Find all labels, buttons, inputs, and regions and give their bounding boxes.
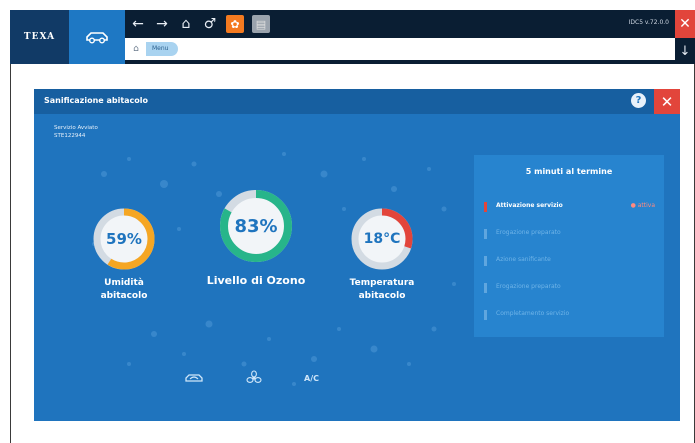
breadcrumb-home-icon[interactable]: ⌂ xyxy=(131,44,141,54)
temperature-label: Temperatura abitacolo xyxy=(334,277,430,303)
humidity-label: Umidità abitacolo xyxy=(84,277,164,303)
step-item: Attivazione servizio ● attiva xyxy=(484,201,659,213)
progress-steps-panel: 5 minuti al termine Attivazione servizio… xyxy=(474,155,664,337)
texa-logo: TEXA xyxy=(10,10,69,64)
car-recirculation-icon xyxy=(185,374,203,382)
help-icon[interactable]: ? xyxy=(631,93,646,108)
step-indicator xyxy=(484,202,487,212)
humidity-label-line2: abitacolo xyxy=(100,291,148,301)
document-icon[interactable]: ▤ xyxy=(252,15,270,33)
step-indicator xyxy=(484,310,487,320)
dialog-title-bar: Sanificazione abitacolo ? ✕ xyxy=(34,89,680,114)
breadcrumb-menu[interactable]: Menu xyxy=(146,42,179,56)
temperature-label-line2: abitacolo xyxy=(358,291,406,301)
step-indicator xyxy=(484,229,487,239)
humidity-gauge: 59% xyxy=(92,207,156,271)
down-arrow-icon[interactable]: ↓ xyxy=(675,38,695,64)
close-icon: ✕ xyxy=(679,16,691,32)
address-bar: ⌂ Menu xyxy=(125,38,675,60)
step-item: Azione sanificante xyxy=(484,255,659,267)
top-bar: TEXA ← → ⌂ ♂ ✿ ▤ IDC5 v.72.0.0 ✕ ⌂ Menu … xyxy=(10,10,695,64)
recirculation-car-button[interactable] xyxy=(184,372,204,386)
step-indicator xyxy=(484,256,487,266)
vehicle-tab[interactable] xyxy=(69,10,125,64)
dialog-title: Sanificazione abitacolo xyxy=(44,96,149,105)
app-close-button[interactable]: ✕ xyxy=(675,10,695,38)
step-item: Completamento servizio xyxy=(484,309,659,321)
temperature-gauge: 18°C xyxy=(350,207,414,271)
version-text: IDC5 v.72.0.0 xyxy=(628,19,669,26)
fan-button[interactable] xyxy=(246,370,262,388)
step-state: ● attiva xyxy=(630,202,655,209)
sanitization-dialog: Sanificazione abitacolo ? ✕ Servizio Avv… xyxy=(34,89,680,421)
step-label: Completamento servizio xyxy=(496,310,570,317)
forward-arrow-icon[interactable]: → xyxy=(154,16,170,32)
settings-icon[interactable]: ✿ xyxy=(226,15,244,33)
ac-button[interactable]: A/C xyxy=(304,374,319,383)
dialog-close-button[interactable]: ✕ xyxy=(654,89,680,114)
temperature-value: 18°C xyxy=(363,231,401,247)
fan-icon xyxy=(246,370,262,383)
step-item: Erogazione preparato xyxy=(484,228,659,240)
back-arrow-icon[interactable]: ← xyxy=(130,16,146,32)
ozone-label: Livello di Ozono xyxy=(206,274,306,287)
step-item: Erogazione preparato xyxy=(484,282,659,294)
step-label: Azione sanificante xyxy=(496,256,551,263)
version-label: IDC5 v.72.0.0 xyxy=(629,19,669,26)
home-icon[interactable]: ⌂ xyxy=(178,16,194,32)
ozone-value: 83% xyxy=(234,215,278,237)
humidity-value: 59% xyxy=(106,230,142,248)
link-icon[interactable]: ♂ xyxy=(202,16,218,32)
time-remaining: 5 minuti al termine xyxy=(525,167,613,176)
step-label: Erogazione preparato xyxy=(496,229,561,236)
temperature-label-line1: Temperatura xyxy=(349,278,415,288)
page-border-left xyxy=(10,64,11,443)
navigation-toolbar: ← → ⌂ ♂ ✿ ▤ xyxy=(130,10,270,38)
step-label: Erogazione preparato xyxy=(496,283,561,290)
step-label: Attivazione servizio xyxy=(496,202,563,209)
humidity-label-line1: Umidità xyxy=(104,278,144,288)
ozone-gauge: 83% xyxy=(218,188,294,264)
car-icon xyxy=(86,32,108,44)
step-indicator xyxy=(484,283,487,293)
